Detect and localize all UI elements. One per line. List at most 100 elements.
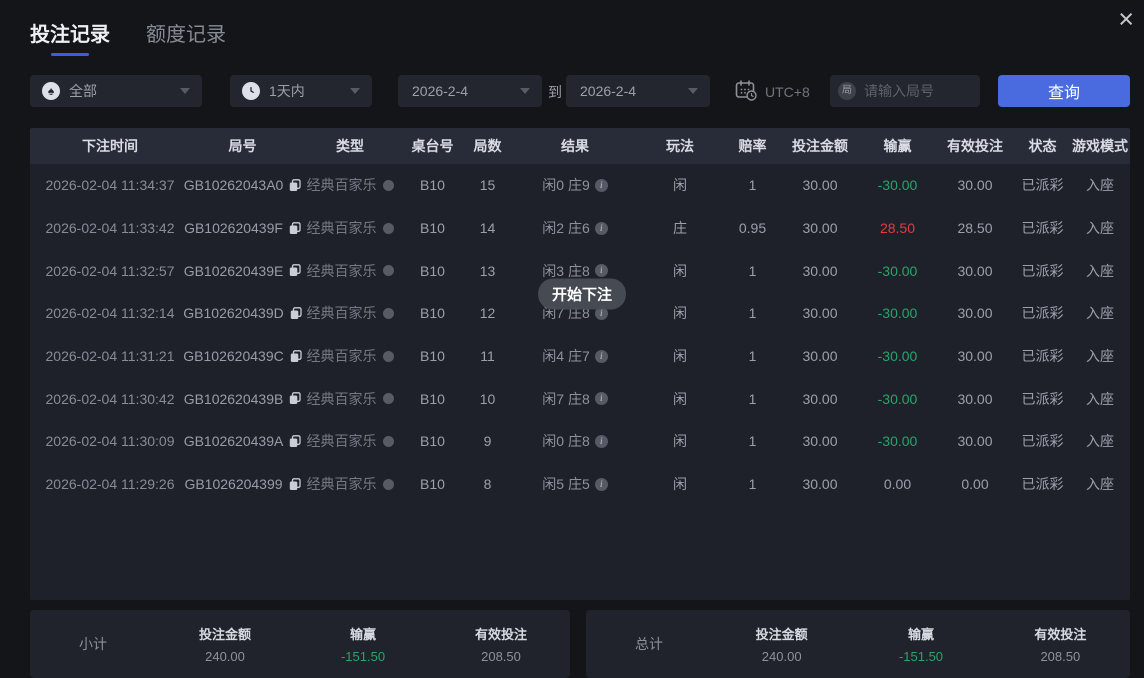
to-label: 到 [548, 84, 562, 100]
col-play: 玩法 [666, 138, 694, 154]
table-no: B10 [420, 262, 445, 279]
play-type: 庄 [673, 220, 687, 237]
round-id: GB102620439D [183, 305, 284, 322]
bet-amount: 30.00 [802, 433, 838, 450]
col-table-no: 桌台号 [411, 138, 454, 154]
play-type: 闲 [673, 305, 687, 322]
bet-records-table: 下注时间 局号 类型 桌台号 局数 结果 玩法 赔率 投注金额 输赢 有效投注 … [30, 128, 1130, 600]
subtotal-valid-bet: 有效投注 208.50 [474, 627, 527, 664]
col-round-count: 局数 [473, 138, 502, 154]
table-no: B10 [420, 177, 445, 194]
chevron-down-icon [688, 88, 698, 94]
win-loss: -30.00 [877, 433, 918, 450]
odds: 1 [748, 262, 757, 279]
status: 已派彩 [1021, 177, 1064, 194]
round-count: 11 [480, 348, 495, 365]
valid-bet: 28.50 [957, 220, 993, 237]
round-count: 8 [483, 476, 492, 493]
subtotal-label: 小计 [79, 636, 107, 652]
valid-bet: 30.00 [957, 177, 993, 194]
result-text: 闲0 庄9 [542, 177, 590, 194]
bet-time: 2026-02-04 11:32:14 [45, 305, 175, 322]
status: 已派彩 [1021, 220, 1064, 237]
col-win-loss: 输赢 [883, 138, 912, 154]
round-input-placeholder: 请输入局号 [864, 83, 934, 99]
game-type: 经典百家乐 [306, 476, 377, 493]
status: 已派彩 [1021, 348, 1064, 365]
game-mode: 入座 [1086, 305, 1114, 322]
game-type-cell: 经典百家乐 [295, 474, 405, 494]
table-body: 2026-02-04 11:34:37 GB10262043A0 经典百家乐 B… [30, 164, 1130, 600]
subtotal-bet-amount: 投注金额 240.00 [198, 627, 251, 664]
info-icon[interactable]: i [594, 477, 608, 491]
info-icon[interactable]: i [594, 221, 608, 235]
game-type: 经典百家乐 [306, 177, 377, 194]
col-result: 结果 [561, 138, 589, 154]
table-no: B10 [420, 476, 445, 493]
info-icon[interactable]: i [594, 178, 608, 192]
table-no: B10 [420, 348, 445, 365]
col-status: 状态 [1028, 138, 1057, 154]
valid-bet: 30.00 [957, 390, 993, 407]
game-type: 经典百家乐 [306, 390, 377, 407]
bet-time: 2026-02-04 11:30:09 [45, 433, 175, 450]
table-row: 2026-02-04 11:30:42 GB102620439B 经典百家乐 B… [30, 377, 1130, 420]
info-icon[interactable]: i [594, 264, 608, 278]
play-type: 闲 [673, 348, 687, 365]
info-icon[interactable]: i [594, 392, 608, 406]
time-range-value: 1天内 [269, 83, 305, 99]
round-char-icon: 局 [838, 82, 856, 100]
status: 已派彩 [1021, 390, 1064, 407]
info-icon[interactable]: i [594, 434, 608, 448]
time-range-dropdown[interactable]: 1天内 [230, 75, 372, 107]
calendar-clock-icon[interactable] [735, 80, 757, 104]
game-type-dot-icon [382, 222, 394, 234]
result-cell: 闲5 庄5 i [515, 474, 635, 494]
bet-time: 2026-02-04 11:30:42 [45, 390, 175, 407]
status: 已派彩 [1021, 262, 1064, 279]
total-valid-bet: 有效投注 208.50 [1034, 627, 1087, 664]
game-type-dot-icon [382, 393, 394, 405]
round-id-cell: GB102620439F [184, 220, 301, 236]
result-text: 闲5 庄5 [542, 476, 590, 493]
odds: 1 [748, 476, 757, 493]
game-type-cell: 经典百家乐 [295, 431, 405, 451]
spade-icon: ♠ [42, 82, 60, 100]
game-type-cell: 经典百家乐 [295, 218, 405, 238]
valid-bet: 30.00 [957, 305, 993, 322]
col-round-id: 局号 [228, 138, 257, 154]
info-icon[interactable]: i [594, 349, 608, 363]
game-type-dropdown[interactable]: ♠ 全部 [30, 75, 202, 107]
tab-bar: 投注记录 额度记录 [30, 18, 226, 56]
tab-quota-records[interactable]: 额度记录 [146, 18, 226, 56]
result-text: 闲0 庄8 [542, 433, 590, 450]
round-count: 12 [479, 305, 496, 322]
valid-bet: 30.00 [957, 348, 993, 365]
close-icon[interactable]: × [1118, 4, 1134, 34]
date-to-picker[interactable]: 2026-2-4 [566, 75, 710, 107]
play-type: 闲 [673, 390, 687, 407]
round-id: GB102620439F [184, 220, 283, 237]
bet-time: 2026-02-04 11:29:26 [45, 476, 175, 493]
query-button[interactable]: 查询 [998, 75, 1130, 107]
chevron-down-icon [350, 88, 360, 94]
win-loss: 0.00 [883, 476, 912, 493]
round-id-input[interactable]: 局 请输入局号 [830, 75, 980, 107]
col-game-mode: 游戏模式 [1072, 138, 1128, 154]
col-valid-bet: 有效投注 [947, 138, 1003, 154]
game-type-cell: 经典百家乐 [295, 303, 405, 323]
date-from-picker[interactable]: 2026-2-4 [398, 75, 542, 107]
game-type: 经典百家乐 [306, 262, 377, 279]
odds: 1 [748, 348, 757, 365]
odds: 1 [748, 433, 757, 450]
tab-bet-records[interactable]: 投注记录 [30, 18, 110, 56]
round-count: 13 [479, 262, 496, 279]
bet-time: 2026-02-04 11:31:21 [45, 348, 175, 365]
win-loss: -30.00 [877, 262, 918, 279]
bet-amount: 30.00 [802, 348, 838, 365]
clock-icon [242, 82, 260, 100]
game-type: 经典百家乐 [306, 220, 377, 237]
bet-amount: 30.00 [802, 390, 838, 407]
play-type: 闲 [673, 433, 687, 450]
game-type-dot-icon [382, 350, 394, 362]
